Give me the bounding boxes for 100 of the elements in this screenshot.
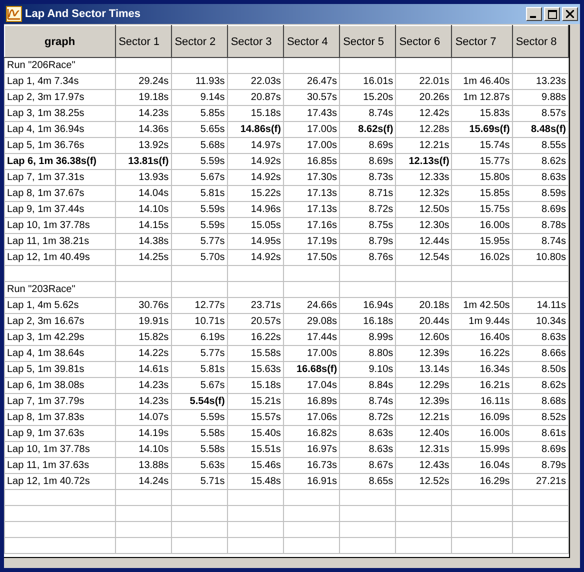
table-cell: 14.10s <box>115 202 172 218</box>
table-cell: 14.95s <box>227 234 284 250</box>
table-cell: 14.23s <box>115 378 172 394</box>
table-cell: 11.93s <box>171 74 228 90</box>
table-cell: 5.70s <box>171 250 228 266</box>
table-cell: 8.76s <box>340 250 396 266</box>
column-header[interactable]: Sector 7 <box>452 26 512 58</box>
run-label: Run "203Race" <box>4 282 116 298</box>
table-cell: 15.77s <box>452 154 512 170</box>
table-cell: 16.91s <box>283 474 340 490</box>
close-button[interactable] <box>562 7 578 21</box>
table-cell: 15.05s <box>227 218 284 234</box>
column-header[interactable]: Sector 3 <box>227 26 284 58</box>
table-cell: 15.58s <box>227 346 284 362</box>
table-cell: 15.99s <box>452 442 512 458</box>
table-cell: 17.19s <box>283 234 340 250</box>
table-cell: 16.73s <box>283 458 340 474</box>
table-cell: 16.00s <box>452 426 512 442</box>
table-cell: 5.81s <box>171 362 228 378</box>
table-cell: 16.22s <box>227 330 284 346</box>
table-cell: 8.84s <box>340 378 396 394</box>
table-cell: 1m 42.50s <box>452 298 512 314</box>
table-cell: 16.02s <box>452 250 512 266</box>
table-cell: 20.87s <box>227 90 284 106</box>
lap-label: Lap 5, 1m 36.76s <box>4 138 116 154</box>
minimize-button[interactable] <box>526 7 542 21</box>
table-cell: 17.16s <box>283 218 340 234</box>
column-header[interactable]: graph <box>4 26 116 58</box>
table-cell: 12.29s <box>396 378 452 394</box>
lap-label: Lap 8, 1m 37.67s <box>4 186 116 202</box>
table-cell: 20.26s <box>396 90 452 106</box>
close-icon <box>566 10 574 18</box>
table-cell: 14.22s <box>115 346 172 362</box>
table-cell: 13.14s <box>396 362 452 378</box>
column-header[interactable]: Sector 5 <box>340 26 396 58</box>
table-cell: 6.19s <box>171 330 228 346</box>
table-cell: 12.30s <box>396 218 452 234</box>
table-cell: 15.69s(f) <box>452 122 512 138</box>
table-cell: 12.77s <box>171 298 228 314</box>
table-cell: 12.21s <box>396 138 452 154</box>
table-cell: 8.71s <box>340 186 396 202</box>
lap-label: Lap 2, 3m 16.67s <box>4 314 116 330</box>
table-cell: 5.59s <box>171 154 228 170</box>
maximize-icon <box>548 10 556 18</box>
lap-label: Lap 11, 1m 38.21s <box>4 234 116 250</box>
table-cell: 12.31s <box>396 442 452 458</box>
table-cell: 5.59s <box>171 410 228 426</box>
table-cell: 8.57s <box>512 106 568 122</box>
table-cell: 1m 12.87s <box>452 90 512 106</box>
table-cell: 8.69s <box>340 138 396 154</box>
column-header[interactable]: Sector 4 <box>283 26 340 58</box>
table-cell: 14.25s <box>115 250 172 266</box>
table-cell: 17.04s <box>283 378 340 394</box>
table-cell: 15.57s <box>227 410 284 426</box>
table-cell: 14.92s <box>227 250 284 266</box>
table-cell: 5.54s(f) <box>171 394 228 410</box>
table-cell: 13.88s <box>115 458 172 474</box>
table-cell: 8.62s <box>512 154 568 170</box>
column-header[interactable]: Sector 8 <box>512 26 568 58</box>
table-cell: 12.50s <box>396 202 452 218</box>
table-cell: 14.36s <box>115 122 172 138</box>
column-header[interactable]: Sector 1 <box>115 26 172 58</box>
lap-label: Lap 9, 1m 37.63s <box>4 426 116 442</box>
table-cell: 8.75s <box>340 218 396 234</box>
run-label: Run "206Race" <box>4 58 116 74</box>
table-cell: 5.81s <box>171 186 228 202</box>
table-cell: 8.73s <box>340 170 396 186</box>
table-cell: 15.85s <box>452 186 512 202</box>
table-cell: 8.72s <box>340 202 396 218</box>
table-cell: 5.59s <box>171 202 228 218</box>
lap-label: Lap 12, 1m 40.72s <box>4 474 116 490</box>
table-cell: 14.97s <box>227 138 284 154</box>
table-cell: 5.85s <box>171 106 228 122</box>
table-cell: 16.04s <box>452 458 512 474</box>
table-cell: 14.86s(f) <box>227 122 284 138</box>
table-cell: 12.33s <box>396 170 452 186</box>
table-cell: 8.80s <box>340 346 396 362</box>
column-header[interactable]: Sector 6 <box>396 26 452 58</box>
table-cell: 14.07s <box>115 410 172 426</box>
column-header[interactable]: Sector 2 <box>171 26 228 58</box>
maximize-button[interactable] <box>544 7 560 21</box>
table-cell: 14.04s <box>115 186 172 202</box>
window-title: Lap And Sector Times <box>25 8 141 20</box>
table-cell: 15.63s <box>227 362 284 378</box>
table-cell: 12.39s <box>396 394 452 410</box>
table-cell: 16.18s <box>340 314 396 330</box>
table-cell: 12.42s <box>396 106 452 122</box>
table-cell: 10.80s <box>512 250 568 266</box>
table-cell: 23.71s <box>227 298 284 314</box>
table-cell: 8.66s <box>512 346 568 362</box>
table-cell: 16.89s <box>283 394 340 410</box>
table-cell: 13.23s <box>512 74 568 90</box>
table-cell: 15.18s <box>227 378 284 394</box>
table-cell: 12.13s(f) <box>396 154 452 170</box>
table-cell: 16.09s <box>452 410 512 426</box>
table-cell: 16.34s <box>452 362 512 378</box>
table-cell: 8.52s <box>512 410 568 426</box>
table-cell: 19.18s <box>115 90 172 106</box>
table-cell: 12.60s <box>396 330 452 346</box>
table-cell: 9.10s <box>340 362 396 378</box>
